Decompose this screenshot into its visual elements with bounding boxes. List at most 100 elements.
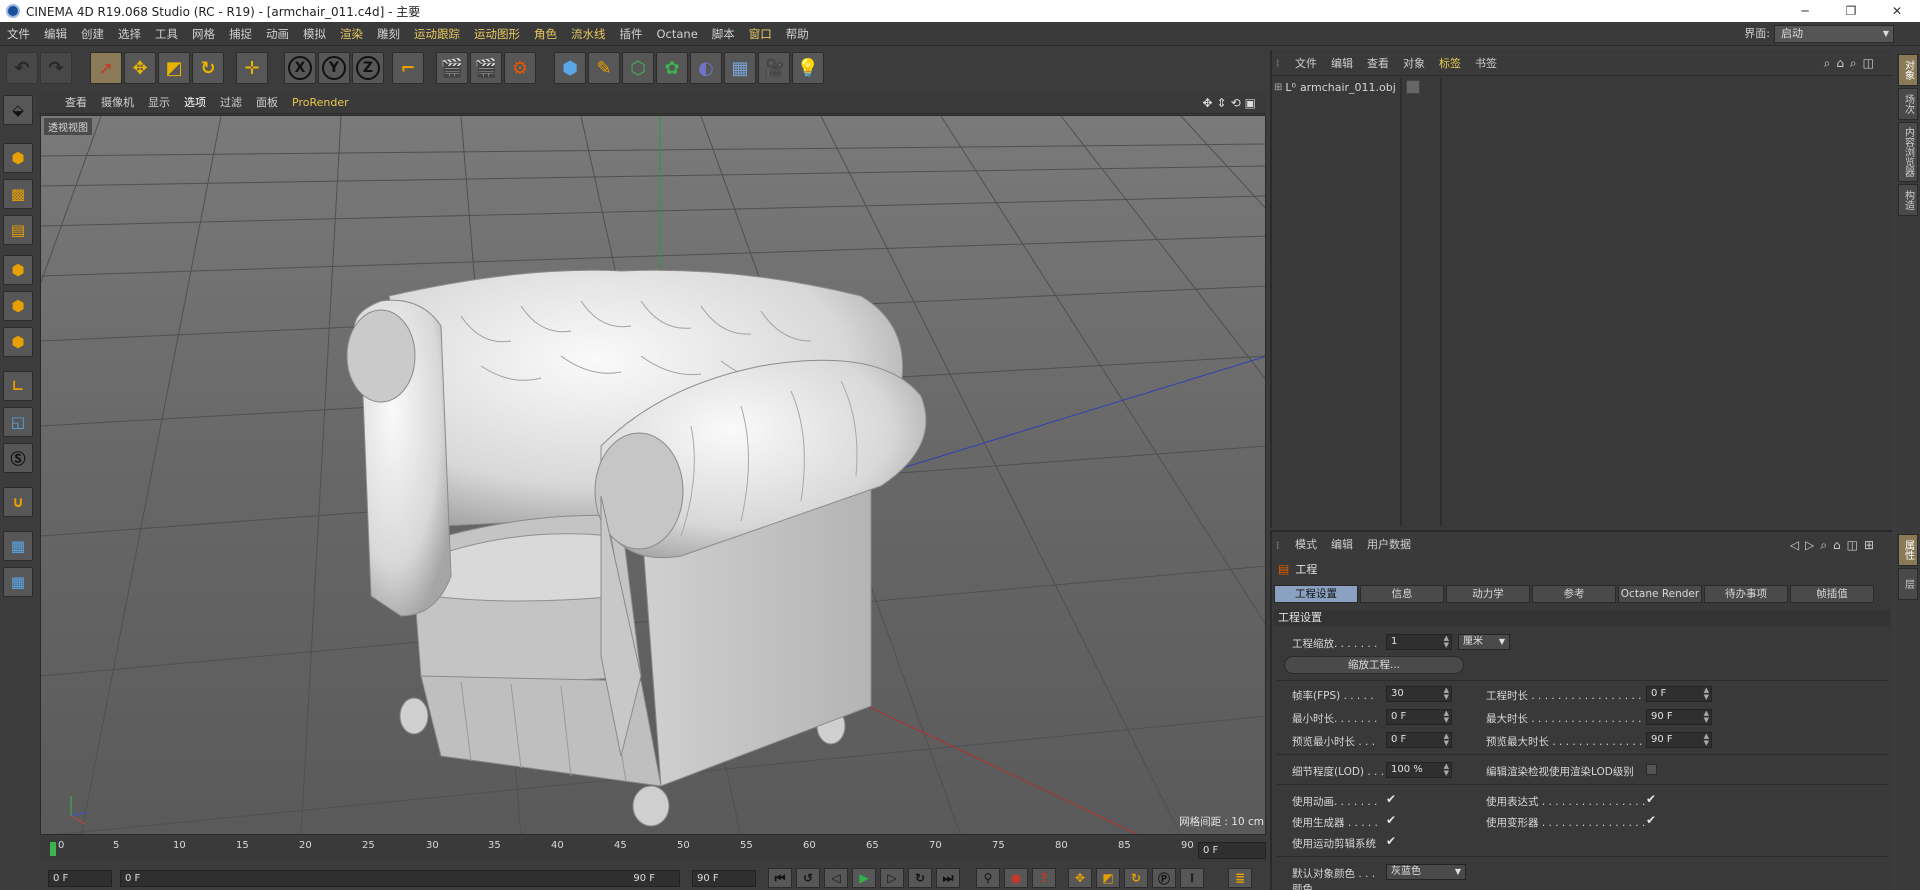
render-settings-icon[interactable]: ⚙ xyxy=(504,52,536,84)
tweak-mode-icon[interactable]: ◱ xyxy=(3,407,33,437)
render-view-icon[interactable]: 🎬 xyxy=(436,52,468,84)
am-menu-mode[interactable]: 模式 xyxy=(1288,533,1324,557)
previous-frame-icon[interactable]: ◁ xyxy=(824,868,848,888)
render-lod-checkbox[interactable] xyxy=(1646,764,1657,775)
use-motion-system-checkbox[interactable]: ✔ xyxy=(1386,834,1396,848)
cube-icon[interactable]: ⬢ xyxy=(554,52,586,84)
om-search-nav-icons[interactable]: ⌕⌂⌕◫ xyxy=(1824,56,1880,71)
model-mode-icon[interactable]: ⬢ xyxy=(3,143,33,173)
menu-mesh[interactable]: 网格 xyxy=(185,22,222,46)
tab-attributes[interactable]: 属性 xyxy=(1898,534,1918,566)
undo-icon[interactable]: ↶ xyxy=(6,52,38,84)
axis-z-button[interactable]: Z xyxy=(352,52,384,84)
menu-tools[interactable]: 工具 xyxy=(148,22,185,46)
perspective-viewport[interactable] xyxy=(40,115,1266,835)
close-button[interactable]: ✕ xyxy=(1874,0,1920,22)
menu-plugins[interactable]: 插件 xyxy=(613,22,650,46)
tab-content-browser[interactable]: 内容浏览器 xyxy=(1898,122,1918,182)
fps-input[interactable]: 30 ▲ ▼ xyxy=(1386,686,1452,702)
menu-character[interactable]: 角色 xyxy=(527,22,564,46)
om-menu-file[interactable]: 文件 xyxy=(1288,52,1324,76)
viewport-menu-filter[interactable]: 过滤 xyxy=(213,92,249,114)
polygons-mode-icon[interactable]: ⬢ xyxy=(3,327,33,357)
am-menu-edit[interactable]: 编辑 xyxy=(1324,533,1360,557)
floor-icon[interactable]: ▦ xyxy=(724,52,756,84)
redo-icon[interactable]: ↷ xyxy=(40,52,72,84)
viewport-menu-display[interactable]: 显示 xyxy=(141,92,177,114)
tab-info[interactable]: 信息 xyxy=(1360,585,1444,603)
camera-icon[interactable]: 🎥 xyxy=(758,52,790,84)
object-name[interactable]: armchair_011.obj xyxy=(1300,81,1396,94)
default-color-select[interactable]: 灰蓝色 ▼ xyxy=(1386,864,1466,880)
scale-project-button[interactable]: 缩放工程... xyxy=(1284,656,1464,674)
key-param-icon[interactable]: Ⓟ xyxy=(1152,868,1176,888)
texture-mode-icon[interactable]: ▩ xyxy=(3,179,33,209)
tab-project-settings[interactable]: 工程设置 xyxy=(1274,585,1358,603)
points-mode-icon[interactable]: ⬢ xyxy=(3,255,33,285)
om-menu-view[interactable]: 查看 xyxy=(1360,52,1396,76)
am-nav-icons[interactable]: ◁▷⌕⌂◫⊞ xyxy=(1790,538,1880,553)
menu-select[interactable]: 选择 xyxy=(111,22,148,46)
tab-dynamics[interactable]: 动力学 xyxy=(1446,585,1530,603)
preview-min-input[interactable]: 0 F ▲ ▼ xyxy=(1386,732,1452,748)
tab-takes[interactable]: 场次 xyxy=(1898,88,1918,120)
om-menu-objects[interactable]: 对象 xyxy=(1396,52,1432,76)
go-to-start-icon[interactable]: ⏮ xyxy=(768,868,792,888)
range-slider[interactable]: 0 F 90 F xyxy=(120,870,680,887)
menu-render[interactable]: 渲染 xyxy=(333,22,370,46)
menu-create[interactable]: 创建 xyxy=(74,22,111,46)
tab-layers[interactable]: 层 xyxy=(1898,568,1918,600)
previous-key-icon[interactable]: ↺ xyxy=(796,868,820,888)
key-scale-icon[interactable]: ◩ xyxy=(1096,868,1120,888)
maximize-button[interactable]: ❐ xyxy=(1828,0,1874,22)
menu-simulate[interactable]: 模拟 xyxy=(296,22,333,46)
rotate-tool-icon[interactable]: ↻ xyxy=(192,52,224,84)
scale-input[interactable]: 1 ▲ ▼ xyxy=(1386,634,1452,650)
scale-unit-select[interactable]: 厘米 ▼ xyxy=(1458,634,1510,650)
om-menu-tags[interactable]: 标签 xyxy=(1432,52,1468,76)
end-frame-field[interactable]: 90 F xyxy=(692,870,756,887)
current-frame-field[interactable]: 0 F xyxy=(1198,842,1266,859)
viewport-menu-options[interactable]: 选项 xyxy=(177,92,213,114)
record-key-icon[interactable]: ● xyxy=(1004,868,1028,888)
tab-octane-render[interactable]: Octane Render xyxy=(1618,585,1702,603)
use-generators-checkbox[interactable]: ✔ xyxy=(1386,813,1396,827)
subdivision-icon[interactable]: ⬡ xyxy=(622,52,654,84)
mograph-cloner-icon[interactable]: ✿ xyxy=(656,52,688,84)
use-animation-checkbox[interactable]: ✔ xyxy=(1386,792,1396,806)
key-position-icon[interactable]: ✥ xyxy=(1068,868,1092,888)
tab-structure[interactable]: 构造 xyxy=(1898,184,1918,216)
menu-file[interactable]: 文件 xyxy=(0,22,37,46)
menu-script[interactable]: 脚本 xyxy=(705,22,742,46)
duration-input[interactable]: 0 F ▲ ▼ xyxy=(1646,686,1712,702)
tab-todo[interactable]: 待办事项 xyxy=(1704,585,1788,603)
menu-mograph[interactable]: 运动图形 xyxy=(467,22,527,46)
recent-tools-icon[interactable]: ✛ xyxy=(236,52,268,84)
start-frame-field[interactable]: 0 F xyxy=(48,870,112,887)
min-time-input[interactable]: 0 F ▲ ▼ xyxy=(1386,709,1452,725)
make-editable-icon[interactable]: ⬙ xyxy=(3,95,33,125)
max-time-input[interactable]: 90 F ▲ ▼ xyxy=(1646,709,1712,725)
timeline-playhead[interactable] xyxy=(50,842,56,856)
menu-motion-tracker[interactable]: 运动跟踪 xyxy=(407,22,467,46)
timeline-layout-icon[interactable]: ≣ xyxy=(1228,868,1252,888)
autokey-icon[interactable]: ? xyxy=(1032,868,1056,888)
coordinate-system-icon[interactable]: ⌐ xyxy=(392,52,424,84)
planar-workplane-icon[interactable]: ▦ xyxy=(3,567,33,597)
expand-icon[interactable]: ⊞ xyxy=(1274,82,1282,93)
visibility-toggle[interactable] xyxy=(1406,80,1420,94)
tab-objects[interactable]: 对象 xyxy=(1898,54,1918,86)
axis-x-button[interactable]: X xyxy=(284,52,316,84)
preview-max-input[interactable]: 90 F ▲ ▼ xyxy=(1646,732,1712,748)
scale-tool-icon[interactable]: ◩ xyxy=(158,52,190,84)
next-key-icon[interactable]: ↻ xyxy=(908,868,932,888)
workplane-lock-icon[interactable]: ▦ xyxy=(3,531,33,561)
axis-y-button[interactable]: Y xyxy=(318,52,350,84)
layout-select[interactable]: 启动 ▼ xyxy=(1774,25,1894,43)
menu-edit[interactable]: 编辑 xyxy=(37,22,74,46)
menu-pipeline[interactable]: 流水线 xyxy=(564,22,613,46)
om-menu-edit[interactable]: 编辑 xyxy=(1324,52,1360,76)
menu-octane[interactable]: Octane xyxy=(650,22,705,46)
menu-animate[interactable]: 动画 xyxy=(259,22,296,46)
viewport-menu-prorender[interactable]: ProRender xyxy=(285,92,356,114)
